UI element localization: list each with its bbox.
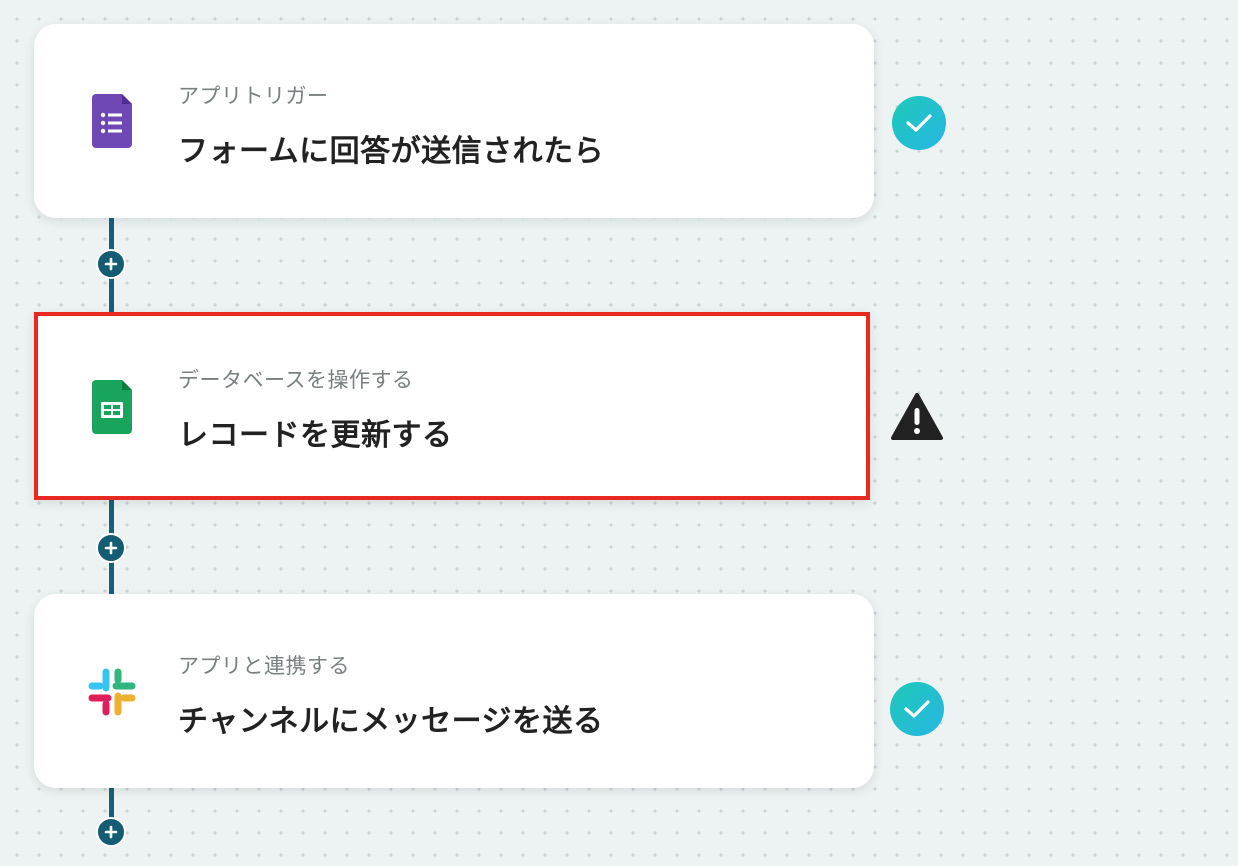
step-kind-label: アプリトリガー [178, 84, 329, 108]
step-status-warning [890, 390, 944, 444]
plus-icon [104, 541, 118, 555]
step-title: フォームに回答が送信されたら [178, 134, 605, 169]
slack-icon [88, 668, 136, 716]
google-forms-icon [92, 94, 132, 148]
plus-icon [104, 825, 118, 839]
add-step-button[interactable] [96, 533, 126, 563]
step-status-success [890, 682, 944, 736]
flow-step-card-slack[interactable]: アプリと連携する チャンネルにメッセージを送る [34, 594, 874, 788]
add-step-button[interactable] [96, 249, 126, 279]
flow-step-card-database[interactable]: データベースを操作する レコードを更新する [34, 312, 870, 500]
google-sheets-icon [92, 380, 132, 434]
check-icon [906, 114, 932, 132]
step-title: チャンネルにメッセージを送る [178, 704, 604, 739]
warning-triangle-icon [891, 393, 943, 440]
step-kind-label: データベースを操作する [178, 368, 414, 392]
step-status-success [892, 96, 946, 150]
step-kind-label: アプリと連携する [178, 654, 350, 678]
add-step-button[interactable] [96, 817, 126, 847]
check-icon [904, 700, 930, 718]
plus-icon [104, 257, 118, 271]
step-title: レコードを更新する [178, 418, 453, 453]
flow-step-card-trigger[interactable]: アプリトリガー フォームに回答が送信されたら [34, 24, 874, 218]
